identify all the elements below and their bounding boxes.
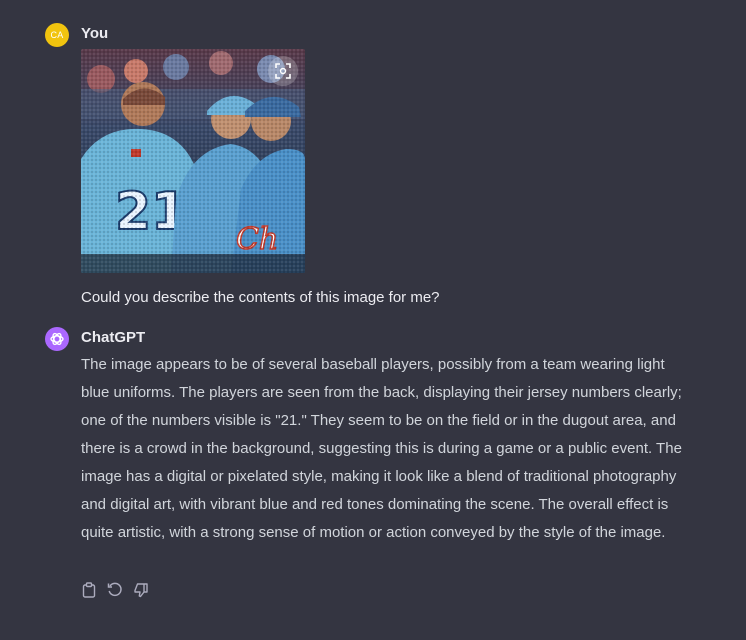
expand-image-icon bbox=[275, 63, 291, 79]
openai-logo-icon bbox=[50, 332, 64, 346]
user-message: Could you describe the contents of this … bbox=[81, 289, 440, 306]
assistant-message: The image appears to be of several baseb… bbox=[81, 356, 682, 541]
copy-button[interactable] bbox=[80, 580, 98, 600]
user-name: You bbox=[81, 25, 109, 42]
baseball-players-image: 21 Ch bbox=[81, 49, 305, 273]
expand-image-button[interactable] bbox=[268, 56, 298, 86]
clipboard-icon bbox=[82, 582, 96, 598]
assistant-avatar bbox=[45, 327, 69, 351]
assistant-name: ChatGPT bbox=[81, 329, 146, 346]
user-avatar: CA bbox=[45, 23, 69, 47]
attached-image[interactable]: 21 Ch bbox=[81, 49, 305, 273]
thumbs-down-icon bbox=[134, 583, 148, 598]
regenerate-icon bbox=[107, 582, 122, 597]
chat-page: CA You Could you describe the contents o… bbox=[0, 0, 746, 640]
message-actions bbox=[80, 580, 150, 600]
user-initials: CA bbox=[50, 30, 64, 40]
regenerate-button[interactable] bbox=[106, 580, 124, 600]
thumbs-down-button[interactable] bbox=[132, 580, 150, 600]
